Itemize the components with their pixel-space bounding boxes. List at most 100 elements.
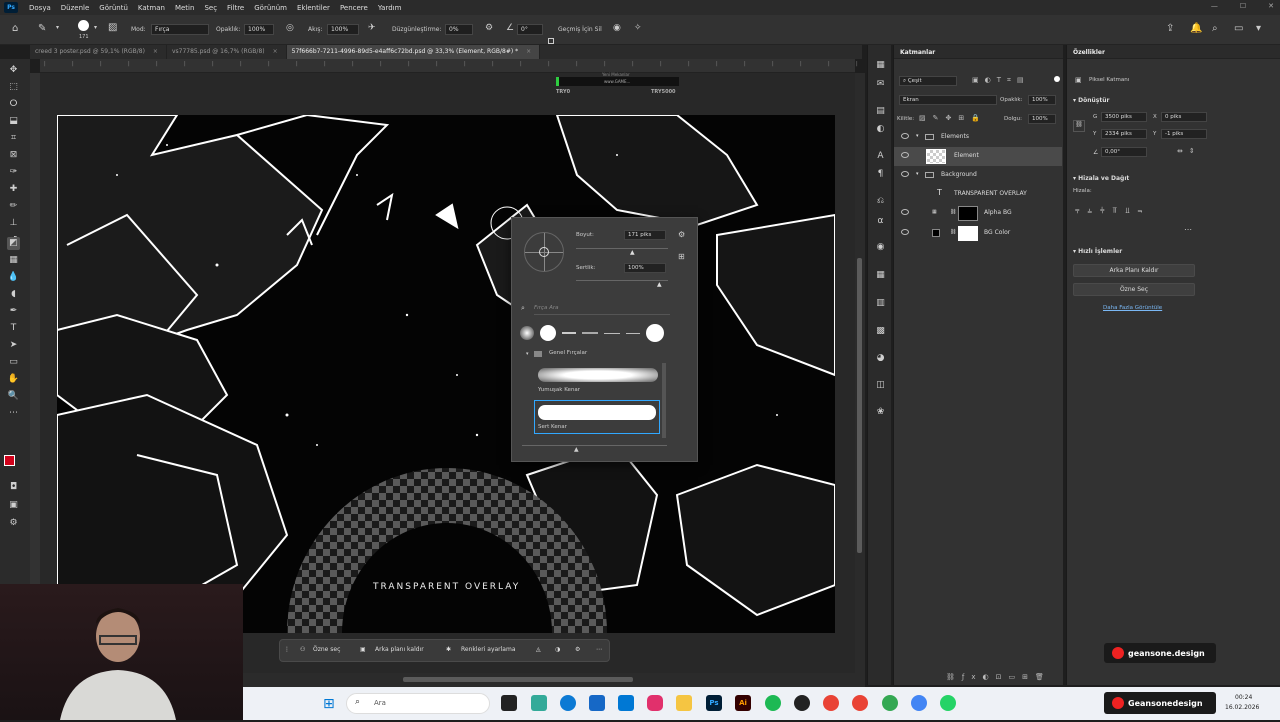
vertical-scrollbar[interactable] — [855, 73, 865, 673]
character-icon[interactable]: A — [874, 150, 887, 163]
link-icon[interactable]: ⛓ — [1073, 120, 1085, 132]
angle-input[interactable]: 0,00° — [1101, 147, 1147, 157]
opacity-input[interactable]: 100% — [244, 24, 274, 35]
transform-section-title[interactable]: ▾ Dönüştür — [1073, 97, 1109, 104]
clock-time[interactable]: 00:24 — [1235, 694, 1252, 701]
soft-edge-brush-preview[interactable] — [538, 368, 658, 382]
pressure-opacity-icon[interactable]: ◎ — [286, 23, 294, 33]
view-more-link[interactable]: Daha Fazla Görüntüle — [1103, 305, 1162, 311]
chrome-profile-3-icon[interactable] — [911, 695, 927, 711]
dodge-tool-icon[interactable]: ◖ — [7, 288, 20, 301]
menu-layer[interactable]: Katman — [133, 4, 170, 12]
menu-window[interactable]: Pencere — [335, 4, 373, 12]
more-tools-icon[interactable]: ⋯ — [7, 407, 20, 420]
x-input[interactable]: 0 piks — [1161, 112, 1207, 122]
list-scrollbar[interactable] — [662, 363, 666, 438]
scroll-thumb[interactable] — [403, 677, 633, 682]
history-icon[interactable]: ⎌ — [874, 195, 887, 208]
layer-opacity-input[interactable]: 100% — [1028, 95, 1056, 105]
share-icon[interactable]: ⇪ — [1166, 23, 1174, 34]
brush-tool-icon[interactable]: ✏ — [7, 200, 20, 213]
menu-type[interactable]: Metin — [170, 4, 199, 12]
flip-icons[interactable]: ⇹⇕ — [1177, 147, 1201, 155]
layer-filter-select[interactable]: ⌕ Çeşit — [899, 76, 957, 86]
size-slider-handle[interactable]: ▲ — [630, 249, 635, 256]
size-slider[interactable] — [576, 248, 668, 249]
menu-filter[interactable]: Filtre — [222, 4, 249, 12]
channels-icon[interactable]: ◕ — [874, 352, 887, 365]
soft-edge-brush-label[interactable]: Yumuşak Kenar — [538, 387, 580, 393]
layer-row[interactable]: T TRANSPARENT OVERLAY — [894, 185, 1062, 204]
menu-image[interactable]: Görüntü — [94, 4, 133, 12]
layer-actions[interactable]: ⛓ƒx◐⊡▭⊞🗑 — [946, 673, 1051, 681]
recent-brush-7[interactable] — [646, 324, 664, 342]
remove-background-button[interactable]: Arka planı kaldır — [375, 646, 424, 653]
clock-date[interactable]: 16.02.2026 — [1225, 704, 1259, 711]
filter-type-icons[interactable]: ▣◐T⌗▤ — [972, 76, 1030, 85]
properties-panel-title[interactable]: Özellikler — [1067, 45, 1280, 59]
document-canvas[interactable]: TRANSPARENT OVERLAY — [57, 115, 835, 633]
hand-tool-icon[interactable]: ✋ — [7, 373, 20, 386]
eyedropper-icon[interactable]: ✑ — [7, 166, 20, 179]
layer-row-selected[interactable]: Element — [894, 147, 1062, 166]
chevron-down-icon[interactable]: ▾ — [526, 351, 529, 357]
illustrator-icon[interactable]: Ai — [735, 695, 751, 711]
visibility-eye-icon[interactable] — [901, 209, 909, 215]
zoom-tool-icon[interactable]: 🔍 — [7, 390, 20, 403]
menu-edit[interactable]: Düzenle — [56, 4, 95, 12]
select-subject-button[interactable]: Özne Seç — [1073, 283, 1195, 296]
brush-angle-preview[interactable] — [524, 232, 564, 272]
layer-row[interactable]: ▾ Background — [894, 166, 1062, 185]
recent-brush-4[interactable] — [582, 332, 598, 334]
stamp-tool-icon[interactable]: ⊥ — [7, 217, 20, 230]
adjustments-icon[interactable]: ◐ — [874, 123, 887, 136]
marquee-tool-icon[interactable]: ⬚ — [7, 81, 20, 94]
color-adjust-button[interactable]: Renkleri ayarlama — [461, 646, 516, 653]
object-select-icon[interactable]: ⬓ — [7, 115, 20, 128]
blend-mode-select[interactable]: Ekran — [899, 95, 997, 105]
store-icon[interactable] — [589, 695, 605, 711]
menu-select[interactable]: Seç — [199, 4, 222, 12]
properties-icon[interactable]: ▤ — [874, 105, 887, 118]
visibility-eye-icon[interactable] — [901, 229, 909, 235]
comment-icon[interactable]: ✉ — [874, 78, 887, 91]
horizontal-scrollbar[interactable] — [243, 673, 865, 687]
quick-mask-icon[interactable]: ◘ — [7, 481, 20, 494]
whatsapp-icon[interactable] — [940, 695, 956, 711]
height-input[interactable]: 2334 piks — [1101, 129, 1147, 139]
recent-brush-6[interactable] — [626, 332, 640, 334]
airbrush-icon[interactable]: ✈ — [368, 23, 376, 33]
drag-handle-icon[interactable]: ⋮ — [284, 646, 290, 653]
layer-row[interactable]: ▾ Elements — [894, 128, 1062, 147]
workspace-menu-icon[interactable]: ▾ — [1256, 23, 1261, 34]
healing-brush-icon[interactable]: ✚ — [7, 183, 20, 196]
remove-background-button[interactable]: Arka Planı Kaldır — [1073, 264, 1195, 277]
task-view-icon[interactable] — [501, 695, 517, 711]
symmetry-icon[interactable]: ✧ — [634, 23, 642, 33]
hardness-input[interactable]: 100% — [624, 263, 666, 273]
recent-brush-5[interactable] — [604, 332, 620, 334]
mask-icon[interactable]: ◬ — [536, 646, 541, 653]
screen-mode-icon[interactable]: ▣ — [7, 499, 20, 512]
tab-vs77785[interactable]: vs77785.psd @ 16,7% (RGB/8) × — [167, 45, 287, 59]
recent-brush-3[interactable] — [562, 332, 576, 334]
align-section-title[interactable]: ▾ Hizala ve Dağıt — [1073, 175, 1129, 182]
preview-size-handle[interactable]: ▲ — [574, 446, 579, 453]
erase-history-checkbox[interactable] — [548, 38, 554, 44]
layer-row[interactable]: ⛓ BG Color — [894, 224, 1062, 243]
gradient-tool-icon[interactable]: ▦ — [7, 254, 20, 267]
chrome-profile-2-icon[interactable] — [882, 695, 898, 711]
maximize-icon[interactable]: ☐ — [1240, 2, 1246, 10]
layers-panel-title[interactable]: Katmanlar — [894, 45, 1063, 59]
contrast-icon[interactable]: ◑ — [555, 646, 560, 653]
select-subject-button[interactable]: Özne seç — [313, 646, 340, 653]
chevron-down-icon[interactable]: ▾ — [916, 171, 919, 177]
hardness-slider-handle[interactable]: ▲ — [657, 281, 662, 288]
home-icon[interactable]: ⌂ — [12, 23, 18, 34]
align-icons[interactable]: ⫧⫨⫩⫪⫫⫬ — [1075, 206, 1150, 216]
instagram-icon[interactable] — [647, 695, 663, 711]
more-icon[interactable]: ⋯ — [1184, 225, 1192, 234]
path-select-icon[interactable]: ➤ — [7, 339, 20, 352]
chrome-profile-icon[interactable] — [852, 695, 868, 711]
close-icon[interactable]: × — [526, 48, 531, 55]
